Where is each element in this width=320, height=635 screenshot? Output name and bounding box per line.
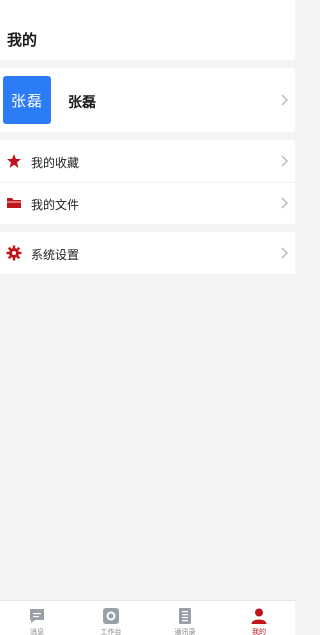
tab-messages[interactable]: 消息 [0, 601, 74, 635]
menu-item-favorites[interactable]: 我的收藏 [0, 140, 295, 182]
gear-icon [6, 245, 22, 261]
menu-group-2: 系统设置 [0, 232, 295, 274]
menu-item-files[interactable]: 我的文件 [0, 182, 295, 224]
chevron-right-icon [281, 94, 289, 106]
tab-label: 我的 [252, 628, 266, 635]
tab-label: 消息 [30, 628, 44, 635]
contacts-icon [179, 608, 191, 624]
profile-name: 张磊 [68, 95, 96, 111]
tab-me[interactable]: 我的 [222, 601, 296, 635]
menu-item-label: 我的收藏 [31, 156, 80, 170]
menu-item-label: 我的文件 [31, 198, 80, 212]
page-title: 我的 [7, 31, 38, 49]
tab-workbench[interactable]: 工作台 [74, 601, 148, 635]
folder-icon [7, 198, 21, 208]
tab-label: 工作台 [100, 628, 122, 635]
tab-contacts[interactable]: 通讯录 [148, 601, 222, 635]
tab-bar: 消息 工作台 通讯录 我的 [0, 600, 295, 635]
tab-label: 通讯录 [174, 628, 196, 635]
message-icon [30, 609, 44, 623]
chevron-right-icon [281, 197, 289, 209]
header: 我的 [0, 0, 295, 60]
avatar: 张磊 [3, 76, 51, 124]
menu-item-label: 系统设置 [31, 248, 80, 262]
profile-card[interactable]: 张磊 张磊 [0, 68, 295, 132]
star-icon [7, 154, 21, 168]
menu-item-settings[interactable]: 系统设置 [0, 232, 295, 274]
chevron-right-icon [281, 247, 289, 259]
chevron-right-icon [281, 155, 289, 167]
workbench-icon [103, 608, 119, 624]
menu-group-1: 我的收藏 我的文件 [0, 140, 295, 224]
user-icon [251, 608, 267, 624]
